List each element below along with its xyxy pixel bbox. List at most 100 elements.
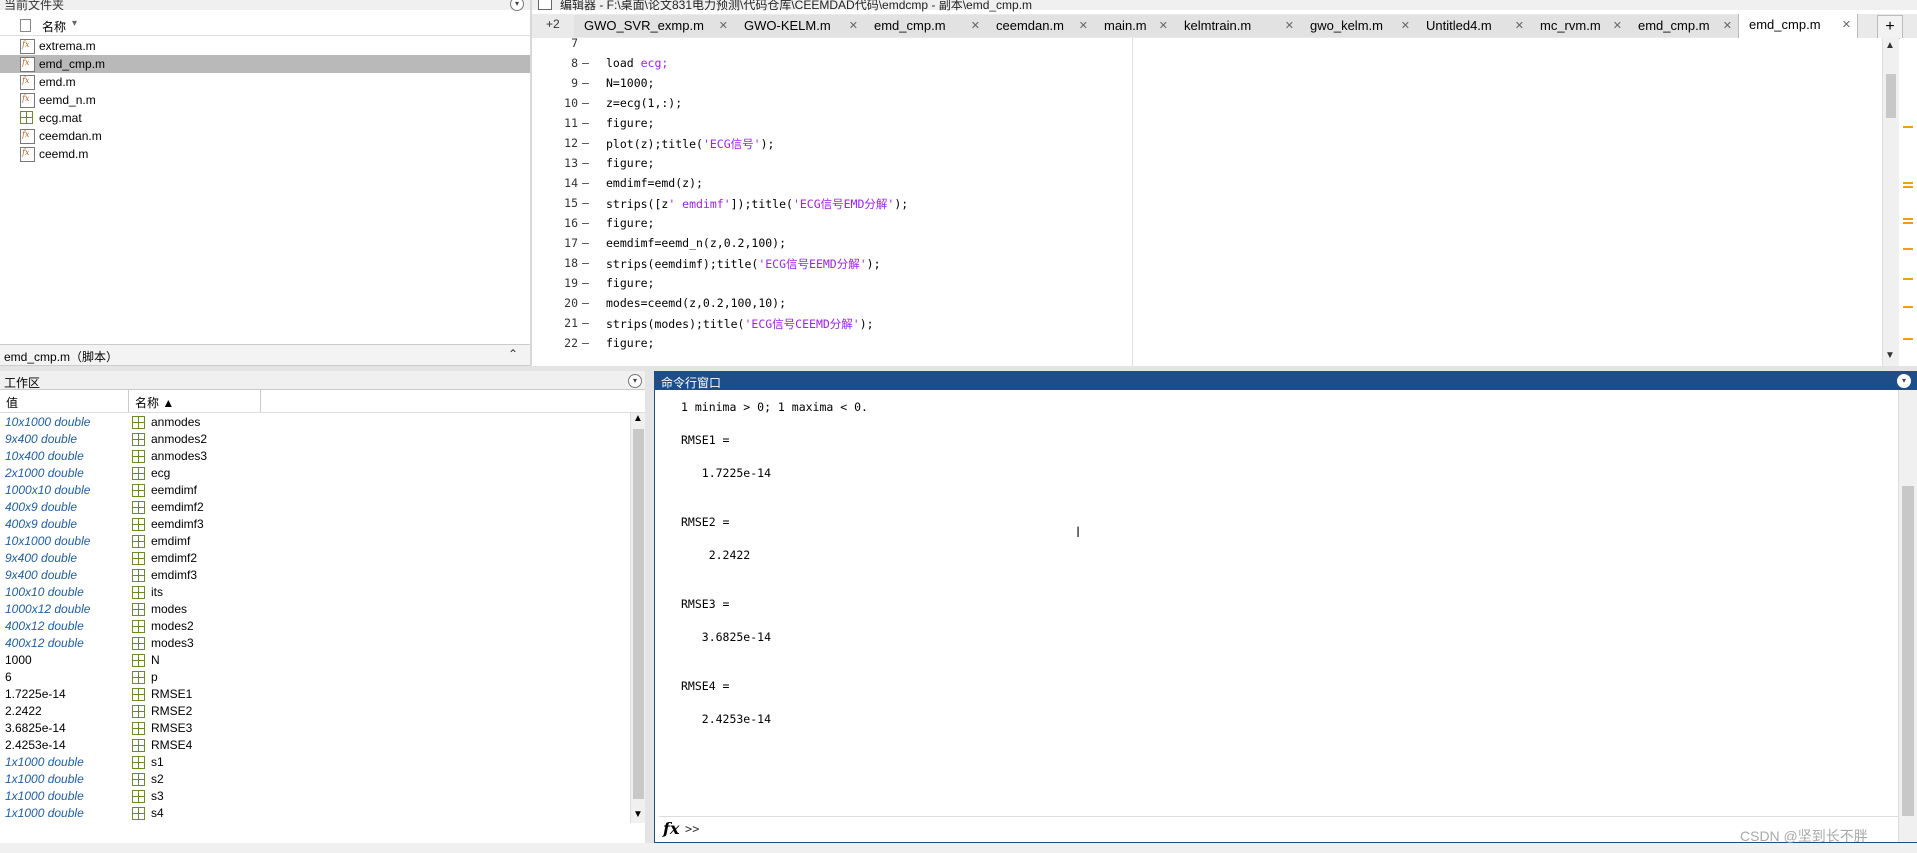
editor-tab[interactable]: mc_rvm.m ✕ (1530, 15, 1629, 37)
variable-row[interactable]: 1x1000 double s4 (0, 805, 630, 822)
variable-row[interactable]: 2x1000 double ecg (0, 465, 630, 482)
breakpoint-marker[interactable]: – (582, 216, 589, 230)
variable-row[interactable]: 10x1000 double emdimf (0, 533, 630, 550)
scroll-down-icon[interactable]: ▼ (633, 809, 643, 820)
code-line[interactable]: 17– eemdimf=eemd_n(z,0.2,100); (532, 236, 1132, 256)
variable-row[interactable]: 9x400 double emdimf2 (0, 550, 630, 567)
workspace-column-value[interactable]: 值 (6, 394, 18, 411)
close-icon[interactable]: ✕ (1159, 19, 1168, 32)
variable-row[interactable]: 10x1000 double anmodes (0, 414, 630, 431)
variable-row[interactable]: 9x400 double emdimf3 (0, 567, 630, 584)
breakpoint-marker[interactable]: – (582, 96, 589, 110)
variable-row[interactable]: 1x1000 double s1 (0, 754, 630, 771)
chevron-down-icon[interactable]: ▾ (1897, 374, 1911, 388)
workspace-column-name[interactable]: 名称 ▲ (135, 394, 174, 411)
file-row[interactable]: emd_cmp.m (0, 55, 530, 73)
chevron-down-icon[interactable]: ▾ (510, 0, 524, 11)
close-icon[interactable]: ✕ (1401, 19, 1410, 32)
breakpoint-marker[interactable]: – (582, 276, 589, 290)
variable-row[interactable]: 1x1000 double s3 (0, 788, 630, 805)
code-line[interactable]: 19– figure; (532, 276, 1132, 296)
variable-row[interactable]: 400x9 double eemdimf2 (0, 499, 630, 516)
variable-row[interactable]: 2.4253e-14 RMSE4 (0, 737, 630, 754)
breakpoint-marker[interactable]: – (582, 136, 589, 150)
scroll-up-icon[interactable]: ▲ (633, 413, 643, 424)
column-separator[interactable] (128, 390, 129, 412)
variable-row[interactable]: 2.2422 RMSE2 (0, 703, 630, 720)
code-line[interactable]: 11– figure; (532, 116, 1132, 136)
warning-marker[interactable] (1903, 278, 1913, 280)
code-area[interactable]: 7 8– load ecg; 9– N=1000; 10– z=ecg(1,:); 11– fi… (532, 38, 1898, 366)
code-line[interactable]: 20– modes=ceemd(z,0.2,100,10); (532, 296, 1132, 316)
editor-tab[interactable]: emd_cmp.m ✕ (1628, 15, 1739, 37)
variable-row[interactable]: 1x1000 double s2 (0, 771, 630, 788)
breakpoint-marker[interactable]: – (582, 256, 589, 270)
file-row[interactable]: ceemd.m (0, 145, 530, 163)
scroll-up-icon[interactable]: ▲ (1885, 40, 1895, 51)
code-line[interactable]: 7 (532, 38, 1132, 56)
breakpoint-marker[interactable]: – (582, 336, 589, 350)
variable-row[interactable]: 100x10 double its (0, 584, 630, 601)
variable-row[interactable]: 6p (0, 669, 630, 686)
close-icon[interactable]: ✕ (849, 19, 858, 32)
file-row[interactable]: ceemdan.m (0, 127, 530, 145)
breakpoint-marker[interactable]: – (582, 76, 589, 90)
close-icon[interactable]: ✕ (1515, 19, 1524, 32)
variable-row[interactable]: 400x12 double modes3 (0, 635, 630, 652)
code-line[interactable]: 18– strips(eemdimf);title('ECG信号EEMD分解'); (532, 256, 1132, 276)
editor-tab[interactable]: kelmtrain.m ✕ (1174, 15, 1301, 37)
variable-row[interactable]: 9x400 double anmodes2 (0, 431, 630, 448)
folder-column-header[interactable]: 名称 ▾ (0, 15, 530, 36)
code-line[interactable]: 14– emdimf=emd(z); (532, 176, 1132, 196)
vertical-splitter[interactable] (645, 371, 654, 853)
variable-row[interactable]: 10x400 double anmodes3 (0, 448, 630, 465)
column-separator[interactable] (260, 390, 261, 412)
command-prompt[interactable]: fx >> (659, 816, 1909, 841)
code-line[interactable]: 13– figure; (532, 156, 1132, 176)
code-line[interactable]: 21– strips(modes);title('ECG信号CEEMD分解'); (532, 316, 1132, 336)
breakpoint-marker[interactable]: – (582, 196, 589, 210)
command-scroll-thumb[interactable] (1902, 486, 1914, 816)
breakpoint-marker[interactable]: – (582, 176, 589, 190)
editor-tab[interactable]: GWO_SVR_exmp.m ✕ (574, 15, 735, 37)
folder-column-name[interactable]: 名称 (42, 18, 66, 35)
code-line[interactable]: 22– figure; (532, 336, 1132, 356)
scroll-down-icon[interactable]: ▼ (1885, 350, 1895, 361)
warning-marker[interactable] (1903, 338, 1913, 340)
editor-tab[interactable]: Untitled4.m ✕ (1416, 15, 1531, 37)
function-browser-icon[interactable]: fx (663, 819, 679, 838)
command-scrollbar[interactable] (1898, 390, 1917, 842)
breakpoint-marker[interactable]: – (582, 56, 589, 70)
warning-marker[interactable] (1903, 126, 1913, 128)
breakpoint-marker[interactable]: – (582, 296, 589, 310)
editor-scroll-thumb[interactable] (1886, 74, 1896, 118)
variable-row[interactable]: 400x9 double eemdimf3 (0, 516, 630, 533)
variable-row[interactable]: 1.7225e-14 RMSE1 (0, 686, 630, 703)
warning-marker[interactable] (1903, 248, 1913, 250)
code-line[interactable]: 15– strips([z' emdimf']);title('ECG信号EMD分… (532, 196, 1132, 216)
code-line[interactable]: 16– figure; (532, 216, 1132, 236)
close-icon[interactable]: ✕ (719, 19, 728, 32)
code-analyzer-bar[interactable] (1900, 38, 1917, 366)
warning-marker[interactable] (1903, 186, 1913, 188)
breakpoint-marker[interactable]: – (582, 316, 589, 330)
editor-tab[interactable]: emd_cmp.m ✕ (1738, 14, 1858, 38)
file-row[interactable]: ecg.mat (0, 109, 530, 127)
editor-scrollbar[interactable]: ▲ ▼ (1882, 38, 1899, 366)
file-row[interactable]: eemd_n.m (0, 91, 530, 109)
close-icon[interactable]: ✕ (1285, 19, 1294, 32)
close-icon[interactable]: ✕ (971, 19, 980, 32)
more-tabs-button[interactable]: +2 (546, 17, 560, 31)
file-row[interactable]: emd.m (0, 73, 530, 91)
chevron-down-icon[interactable]: ▾ (628, 374, 642, 388)
variable-row[interactable]: 3.6825e-14 RMSE3 (0, 720, 630, 737)
editor-tab[interactable]: GWO-KELM.m ✕ (734, 15, 865, 37)
code-line[interactable]: 10– z=ecg(1,:); (532, 96, 1132, 116)
variable-row[interactable]: 1000x10 double eemdimf (0, 482, 630, 499)
variable-row[interactable]: 1000x12 double modes (0, 601, 630, 618)
variable-row[interactable]: 1000 N (0, 652, 630, 669)
close-icon[interactable]: ✕ (1613, 19, 1622, 32)
editor-tab[interactable]: main.m ✕ (1094, 15, 1175, 37)
breakpoint-marker[interactable]: – (582, 236, 589, 250)
editor-tab[interactable]: emd_cmp.m ✕ (864, 15, 987, 37)
